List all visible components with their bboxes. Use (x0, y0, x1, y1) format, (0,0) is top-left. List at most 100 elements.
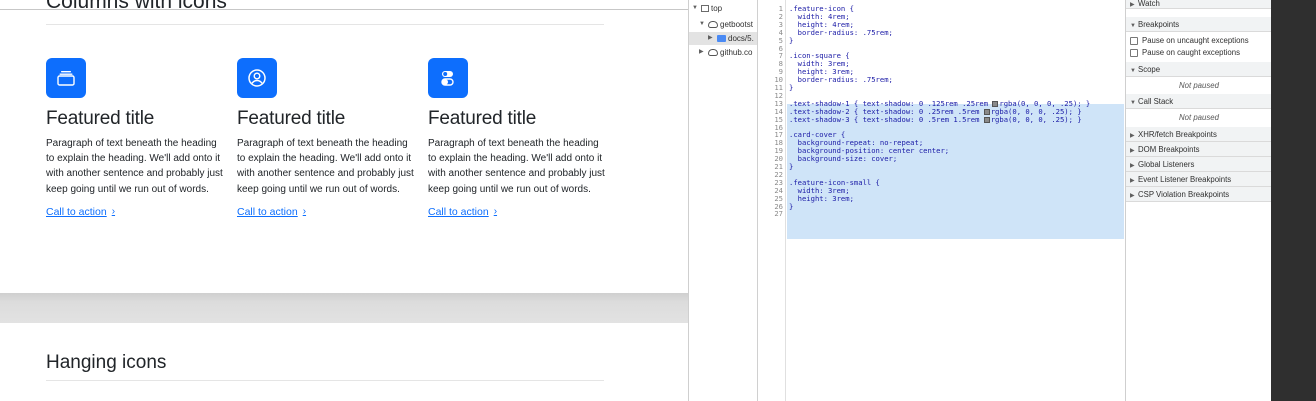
page-preview: Columns with icons Featured title Paragr… (0, 0, 688, 401)
line-number: 25 (774, 193, 783, 203)
tree-item-label: top (711, 4, 723, 13)
code-line: } (789, 35, 794, 45)
line-number: 14 (774, 106, 783, 116)
line-number: 5 (778, 35, 783, 45)
checkbox-label: Pause on caught exceptions (1142, 48, 1240, 57)
code-editor[interactable]: 1 .feature-icon {2 width: 4rem; 3 height: … (759, 0, 1125, 401)
scope-status: Not paused (1179, 81, 1219, 90)
section-label: DOM Breakpoints (1138, 145, 1200, 154)
color-swatch-icon[interactable] (992, 100, 999, 107)
call-stack-section-header[interactable]: ▼ Call Stack (1126, 94, 1272, 109)
line-number: 24 (774, 185, 783, 195)
side-dark-panel (1271, 0, 1316, 401)
code-line: background-size: cover; (789, 154, 898, 164)
call-to-action-link[interactable]: Call to action › (46, 206, 115, 218)
code-line: .text-shadow-2 { text-shadow: 0 .25rem .… (789, 106, 1082, 116)
section-label: CSP Violation Breakpoints (1138, 190, 1230, 199)
feature-column: Featured title Paragraph of text beneath… (46, 58, 226, 220)
tree-item-docs[interactable]: ▶ docs/5. (689, 32, 757, 45)
section-label: Event Listener Breakpoints (1138, 175, 1232, 184)
call-stack-status: Not paused (1179, 113, 1219, 122)
feature-column: Featured title Paragraph of text beneath… (237, 58, 417, 220)
section-separator-band (0, 293, 688, 323)
code-line: height: 3rem; (789, 193, 854, 203)
call-to-action-link[interactable]: Call to action › (237, 206, 306, 218)
checkbox-icon (1130, 37, 1138, 45)
section-label: Watch (1138, 0, 1160, 8)
feature-paragraph: Paragraph of text beneath the heading to… (428, 138, 605, 195)
cta-label: Call to action (428, 205, 489, 218)
line-number: 27 (774, 209, 783, 219)
csp-violation-breakpoints-header[interactable]: ▶ CSP Violation Breakpoints (1126, 187, 1272, 202)
watch-section-header[interactable]: ▶ Watch (1126, 0, 1272, 9)
cta-label: Call to action (46, 205, 107, 218)
scope-section-header[interactable]: ▼ Scope (1126, 62, 1272, 77)
xhr-breakpoints-header[interactable]: ▶ XHR/fetch Breakpoints (1126, 127, 1272, 142)
code-line: border-radius: .75rem; (789, 27, 893, 37)
frame-icon (701, 5, 709, 12)
triangle-down-icon: ▼ (1130, 68, 1136, 74)
triangle-right-icon: ▶ (708, 35, 713, 41)
cloud-icon (708, 49, 718, 56)
chevron-right-icon: › (493, 206, 498, 218)
cta-label: Call to action (237, 205, 298, 218)
person-circle-icon (237, 58, 277, 98)
devtools-panel: ▼ top ▼ getbootst ▶ docs/5. ▶ github.co … (688, 0, 1272, 401)
triangle-right-icon: ▶ (699, 49, 704, 55)
feature-paragraph: Paragraph of text beneath the heading to… (46, 138, 223, 195)
triangle-down-icon: ▼ (1130, 100, 1136, 106)
section-title: Columns with icons (46, 0, 227, 13)
chevron-right-icon: › (111, 206, 116, 218)
tree-item-getbootstrap[interactable]: ▼ getbootst (699, 18, 753, 31)
code-line: width: 3rem; (789, 185, 850, 195)
section-label: Call Stack (1138, 97, 1174, 106)
pause-uncaught-checkbox[interactable]: Pause on uncaught exceptions (1130, 35, 1249, 47)
code-line: } (789, 162, 794, 171)
code-line: .text-shadow-3 { text-shadow: 0 .5rem 1.… (789, 114, 1082, 124)
global-listeners-header[interactable]: ▶ Global Listeners (1126, 157, 1272, 172)
section-divider (46, 24, 604, 25)
collection-icon (46, 58, 86, 98)
triangle-right-icon: ▶ (1130, 2, 1135, 8)
hanging-icons-title: Hanging icons (46, 352, 167, 373)
tree-item-github[interactable]: ▶ github.co (699, 46, 752, 59)
line-number: 4 (778, 27, 783, 37)
checkbox-label: Pause on uncaught exceptions (1142, 36, 1249, 45)
line-number: 15 (774, 114, 783, 124)
feature-paragraph: Paragraph of text beneath the heading to… (237, 138, 414, 195)
section-divider (46, 380, 604, 381)
triangle-right-icon: ▶ (1130, 193, 1135, 199)
section-label: Scope (1138, 65, 1161, 74)
color-swatch-icon[interactable] (983, 116, 990, 123)
section-label: Global Listeners (1138, 160, 1195, 169)
tree-item-top[interactable]: ▼ top (692, 2, 722, 15)
debugger-sidebar: ▶ Watch ▼ Breakpoints Pause on uncaught ex… (1125, 0, 1272, 401)
triangle-down-icon: ▼ (699, 21, 705, 27)
feature-title: Featured title (237, 108, 346, 129)
code-line: border-radius: .75rem; (789, 75, 893, 85)
chevron-right-icon: › (302, 206, 307, 218)
triangle-down-icon: ▼ (692, 5, 698, 11)
selection-highlight (787, 104, 1124, 239)
folder-icon (717, 35, 726, 42)
breakpoints-section-header[interactable]: ▼ Breakpoints (1126, 17, 1272, 32)
call-to-action-link[interactable]: Call to action › (428, 206, 497, 218)
dom-breakpoints-header[interactable]: ▶ DOM Breakpoints (1126, 142, 1272, 157)
feature-title: Featured title (428, 108, 537, 129)
code-line: } (789, 83, 794, 92)
tree-item-label: getbootst (720, 20, 753, 29)
feature-title: Featured title (46, 108, 155, 129)
event-listener-breakpoints-header[interactable]: ▶ Event Listener Breakpoints (1126, 172, 1272, 187)
triangle-down-icon: ▼ (1130, 23, 1136, 29)
feature-column: Featured title Paragraph of text beneath… (428, 58, 608, 220)
pause-caught-checkbox[interactable]: Pause on caught exceptions (1130, 47, 1240, 59)
toggles-icon (428, 58, 468, 98)
code-line: } (789, 201, 794, 211)
section-label: Breakpoints (1138, 20, 1180, 29)
cloud-icon (708, 21, 718, 28)
tree-item-label: docs/5. (728, 34, 754, 43)
color-swatch-icon[interactable] (983, 108, 990, 115)
checkbox-icon (1130, 49, 1138, 57)
tree-item-label: github.co (720, 48, 753, 57)
viewport-top-border (0, 9, 688, 10)
